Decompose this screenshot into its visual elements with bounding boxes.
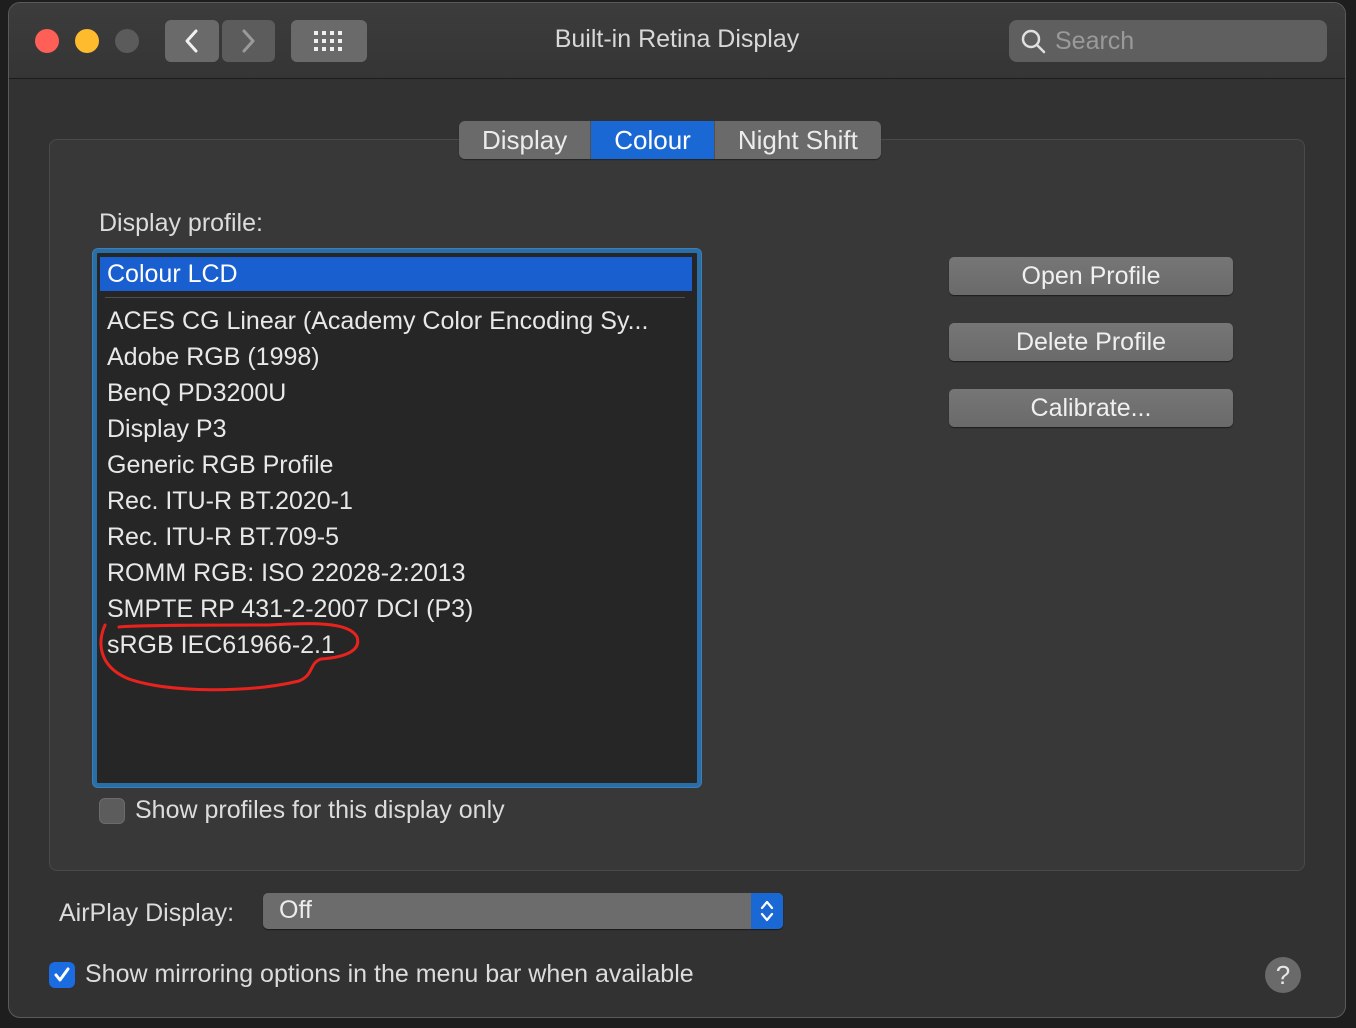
preferences-window: Built-in Retina Display Display Colour N…	[8, 2, 1346, 1018]
tab-colour[interactable]: Colour	[591, 121, 715, 159]
list-item[interactable]: Rec. ITU-R BT.709-5	[100, 520, 688, 554]
show-all-button[interactable]	[291, 20, 367, 62]
list-item[interactable]: SMPTE RP 431-2-2007 DCI (P3)	[100, 592, 688, 626]
mirroring-checkbox[interactable]	[49, 962, 75, 988]
open-profile-button[interactable]: Open Profile	[949, 257, 1233, 295]
help-button[interactable]: ?	[1265, 957, 1301, 993]
list-item[interactable]: ROMM RGB: ISO 22028-2:2013	[100, 556, 688, 590]
close-window-button[interactable]	[35, 29, 59, 53]
list-item[interactable]: BenQ PD3200U	[100, 376, 688, 410]
back-button[interactable]	[165, 20, 219, 62]
search-input[interactable]	[1053, 25, 1317, 57]
list-separator	[105, 297, 685, 298]
list-item[interactable]: Generic RGB Profile	[100, 448, 688, 482]
list-item[interactable]: Adobe RGB (1998)	[100, 340, 688, 374]
list-item[interactable]: ACES CG Linear (Academy Color Encoding S…	[100, 304, 688, 338]
list-item[interactable]: Colour LCD	[100, 257, 692, 291]
minimize-window-button[interactable]	[75, 29, 99, 53]
checkmark-icon	[54, 967, 70, 982]
show-profiles-checkbox[interactable]	[99, 798, 125, 824]
list-item[interactable]: sRGB IEC61966-2.1	[100, 628, 688, 662]
chevron-left-icon	[185, 29, 198, 53]
grid-icon	[314, 31, 342, 51]
list-item[interactable]: Rec. ITU-R BT.2020-1	[100, 484, 688, 518]
forward-button[interactable]	[221, 20, 275, 62]
chevron-right-icon	[242, 29, 255, 53]
airplay-value: Off	[279, 896, 312, 924]
tab-display[interactable]: Display	[459, 121, 592, 159]
zoom-window-button[interactable]	[115, 29, 139, 53]
airplay-popup[interactable]: Off	[263, 893, 783, 929]
list-item[interactable]: Display P3	[100, 412, 688, 446]
display-profile-list[interactable]: Colour LCD ACES CG Linear (Academy Color…	[93, 249, 701, 787]
delete-profile-button[interactable]: Delete Profile	[949, 323, 1233, 361]
tab-bar: Display Colour Night Shift	[459, 121, 881, 159]
navigation-buttons	[165, 20, 275, 62]
tab-night-shift[interactable]: Night Shift	[715, 121, 881, 159]
title-bar: Built-in Retina Display	[9, 3, 1345, 79]
up-down-chevron-icon	[751, 893, 783, 929]
display-profile-label: Display profile:	[99, 209, 263, 237]
search-field[interactable]	[1009, 20, 1327, 62]
airplay-label: AirPlay Display:	[59, 899, 235, 927]
mirroring-label: Show mirroring options in the menu bar w…	[85, 960, 694, 988]
show-profiles-label: Show profiles for this display only	[135, 796, 505, 824]
search-icon	[1021, 29, 1046, 54]
calibrate-button[interactable]: Calibrate...	[949, 389, 1233, 427]
